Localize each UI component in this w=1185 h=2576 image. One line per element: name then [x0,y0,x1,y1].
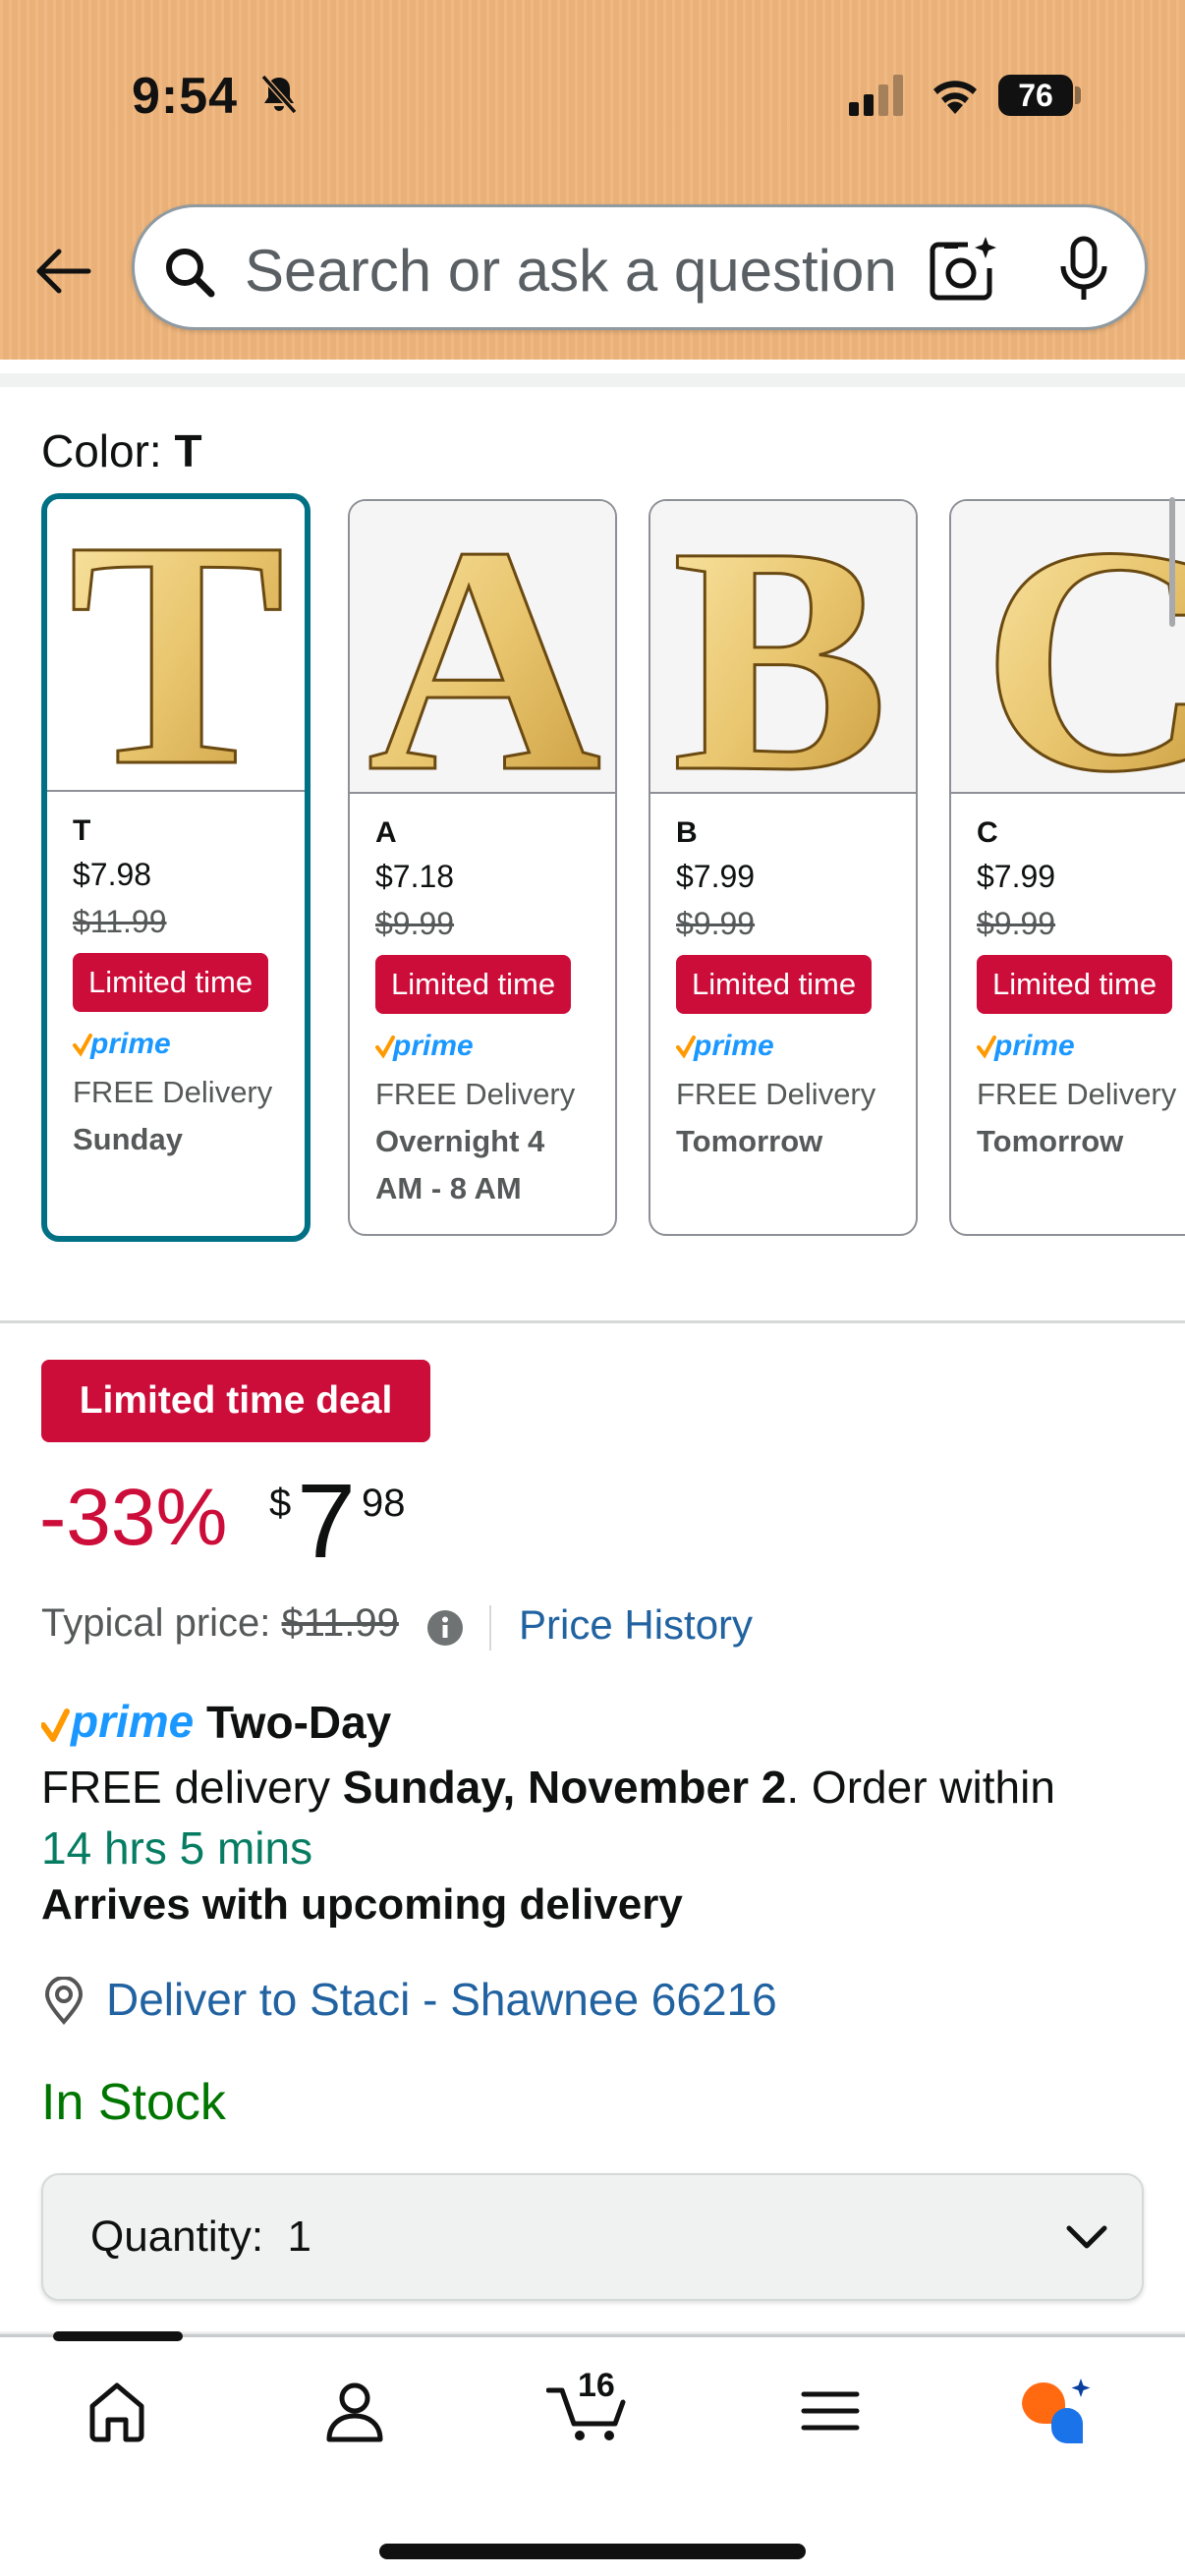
color-label: Color: T [41,425,202,476]
order-countdown: 14 hrs 5 mins [41,1822,313,1874]
swatch-delivery: FREE Delivery [73,1075,273,1109]
home-indicator[interactable] [379,2544,806,2559]
deliver-to-link[interactable]: Deliver to Staci - Shawnee 66216 [106,1973,777,2026]
wifi-icon [928,73,983,121]
search-icon [162,245,217,305]
limited-time-deal-badge: Limited time deal [41,1360,430,1442]
swatch-delivery: FREE Delivery [977,1077,1177,1111]
location-pin-icon [41,1976,86,2031]
info-icon[interactable] [426,1609,464,1652]
selected-color: T [174,425,202,476]
swatch-delivery: FREE Delivery [375,1077,576,1111]
quantity-selector[interactable]: Quantity: 1 [41,2173,1144,2301]
typical-price: Typical price: $11.99 [41,1601,399,1645]
account-icon[interactable] [320,2377,389,2450]
search-input[interactable]: Search or ask a question [245,237,897,305]
swatch-price: $7.98 [73,857,152,892]
limited-time-badge: Limited time [375,955,572,1014]
price-symbol: $ [269,1482,292,1525]
discount-percent: -33% [39,1473,228,1562]
swatch-name: T [73,814,91,847]
prime-logo: prime [676,1028,908,1067]
svg-text:B: B [672,501,888,794]
svg-text:A: A [367,501,601,794]
microphone-icon[interactable] [1054,235,1113,308]
swatch-list-price: $9.99 [676,906,756,941]
quantity-value: 1 [287,2212,312,2261]
horizontal-scroll-indicator[interactable] [1169,497,1175,627]
swatch-list-price: $9.99 [977,906,1056,941]
limited-time-badge: Limited time [977,955,1173,1014]
bottom-nav: 16 [0,2331,1185,2576]
svg-text:prime: prime [693,1030,774,1062]
swatch-image-t: T [47,499,305,792]
color-swatch-b[interactable]: B B $7.99 $9.99 Limited time prime FREE … [649,499,918,1236]
swatch-list-price: $11.99 [73,904,167,939]
swatch-delivery: FREE Delivery [676,1077,876,1111]
chevron-down-icon [1065,2218,1108,2263]
upcoming-delivery: Arrives with upcoming delivery [41,1880,683,1929]
swatch-image-b: B [650,501,916,794]
bell-muted-icon [257,73,301,121]
prime-two-day: prime Two-Day [40,1696,631,1755]
typical-price-value: $11.99 [281,1601,399,1645]
back-arrow-icon[interactable] [31,240,94,308]
limited-time-badge: Limited time [73,953,269,1012]
swatch-price: $7.99 [977,859,1056,894]
color-swatch-t[interactable]: T T $7.98 $11.99 Limited time prime FREE… [41,493,310,1242]
swatch-delivery-date: Tomorrow [977,1124,1124,1158]
prime-logo: prime [73,1026,297,1065]
swatch-delivery-date: Sunday [73,1122,183,1156]
vertical-separator [489,1605,491,1651]
status-time: 9:54 [132,68,239,125]
swatch-name: C [977,816,998,849]
camera-lens-icon[interactable] [927,235,1001,308]
swatch-delivery-date: Tomorrow [676,1124,823,1158]
svg-text:prime: prime [89,1028,171,1060]
active-tab-indicator [53,2331,183,2341]
header: 9:54 76 Search or ask a question [0,0,1185,360]
delivery-date-line: FREE delivery Sunday, November 2. Order … [41,1762,1055,1813]
prime-logo: prime [375,1028,607,1067]
stock-status: In Stock [41,2074,226,2131]
svg-text:C: C [982,501,1185,794]
swatch-price: $7.18 [375,859,455,894]
swatch-list-price: $9.99 [375,906,455,941]
price-history-link[interactable]: Price History [519,1601,753,1649]
signal-icon [847,75,906,121]
swatch-delivery-date-2: AM - 8 AM [375,1171,522,1205]
color-swatch-c[interactable]: C C $7.99 $9.99 Limited time prime FREE … [949,499,1185,1236]
home-icon[interactable] [83,2377,151,2450]
menu-icon[interactable] [796,2377,865,2450]
battery-tip [1075,86,1081,104]
price-whole: 7 [297,1461,357,1580]
svg-text:prime: prime [392,1030,474,1062]
prime-logo-large: prime [40,1696,194,1747]
cart-icon[interactable] [545,2377,635,2450]
swatch-name: A [375,816,397,849]
section-divider [0,1320,1185,1323]
section-separator [0,373,1185,387]
swatch-name: B [676,816,698,849]
quantity-label: Quantity: 1 [90,2212,312,2261]
color-swatch-a[interactable]: A A $7.18 $9.99 Limited time prime FREE … [348,499,617,1236]
svg-text:prime: prime [69,1696,194,1747]
delivery-date: Sunday, November 2 [342,1762,787,1813]
prime-logo: prime [977,1028,1185,1067]
limited-time-badge: Limited time [676,955,873,1014]
price-fraction: 98 [362,1482,406,1525]
swatch-image-a: A [350,501,615,794]
search-bar[interactable]: Search or ask a question [132,204,1148,330]
swatch-delivery-date: Overnight 4 [375,1124,545,1158]
rufus-assistant-icon[interactable] [1018,2377,1097,2452]
swatch-image-c: C [951,501,1185,794]
svg-text:prime: prime [993,1030,1075,1062]
swatch-price: $7.99 [676,859,756,894]
prime-speed: Two-Day [206,1697,392,1748]
battery-indicator: 76 [998,75,1073,116]
svg-text:T: T [69,499,285,792]
header-divider [0,360,1185,373]
